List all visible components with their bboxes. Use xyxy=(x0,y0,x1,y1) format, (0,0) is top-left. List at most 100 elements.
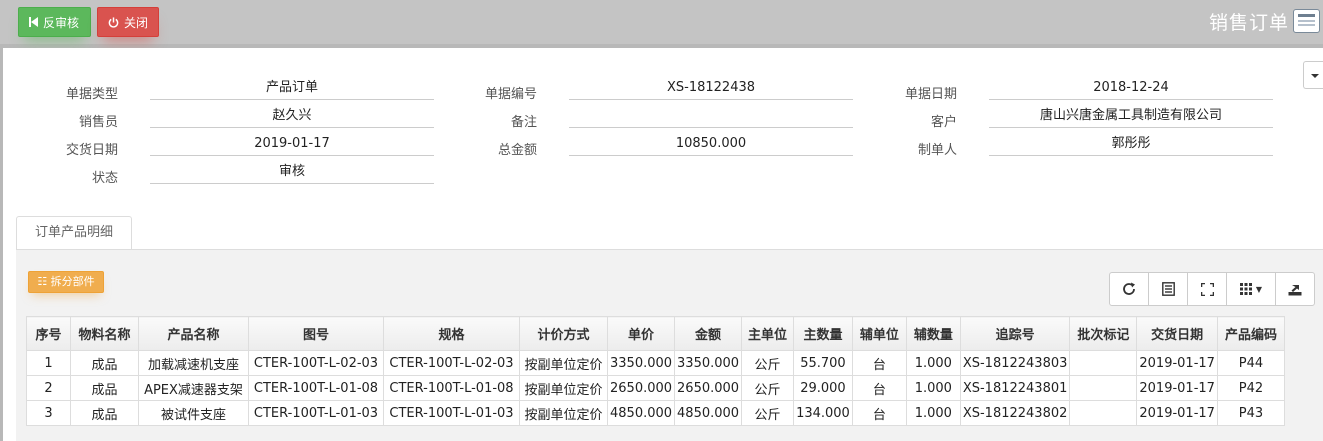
fullscreen-icon xyxy=(1200,282,1214,296)
column-header[interactable]: 产品编码 xyxy=(1216,316,1285,351)
column-header[interactable]: 产品名称 xyxy=(138,316,249,351)
table-toolbar: ▼ xyxy=(1109,272,1315,306)
column-header[interactable]: 交货日期 xyxy=(1136,316,1218,351)
field-value-customer[interactable]: 唐山兴唐金属工具制造有限公司 xyxy=(989,106,1273,128)
column-header[interactable]: 物料名称 xyxy=(70,316,139,351)
columns-button[interactable] xyxy=(1148,272,1188,306)
field-value-doc-number[interactable]: XS-18122438 xyxy=(569,78,853,100)
field-label-status: 状态 xyxy=(91,171,118,186)
column-header[interactable]: 追踪号 xyxy=(959,316,1071,351)
column-header[interactable]: 规格 xyxy=(383,316,520,351)
table-cell: 1.000 xyxy=(905,400,961,426)
column-header[interactable]: 单价 xyxy=(606,316,676,351)
field-value-status[interactable]: 审核 xyxy=(150,162,434,184)
table-cell: 3350.000 xyxy=(674,350,743,376)
column-header[interactable]: 批次标记 xyxy=(1069,316,1138,351)
table-cell: 2 xyxy=(26,375,71,401)
chevron-down-icon: ▼ xyxy=(1255,284,1263,294)
column-header[interactable]: 金额 xyxy=(674,316,743,351)
refresh-button[interactable] xyxy=(1109,272,1149,306)
table-cell: 台 xyxy=(851,400,907,426)
column-header[interactable]: 辅单位 xyxy=(851,316,907,351)
table-cell: P43 xyxy=(1216,400,1285,426)
table-cell: 4850.000 xyxy=(606,400,676,426)
table-cell: CTER-100T-L-01-03 xyxy=(383,400,520,426)
table-row[interactable]: 2 成品 APEX减速器支架 CTER-100T-L-01-08 CTER-10… xyxy=(26,375,1285,401)
field-value-doc-type[interactable]: 产品订单 xyxy=(150,78,434,100)
field-value-total-amount[interactable]: 10850.000 xyxy=(569,134,853,156)
power-icon xyxy=(108,16,119,28)
order-panel: 单据类型 产品订单 销售员 赵久兴 交货日期 2019-01-17 状态 审核 … xyxy=(3,48,1323,441)
table-cell: 1.000 xyxy=(905,350,961,376)
column-header[interactable]: 计价方式 xyxy=(519,316,608,351)
grid-view-dropdown[interactable]: ▼ xyxy=(1226,272,1276,306)
table-cell: APEX减速器支架 xyxy=(138,375,249,401)
table-cell: 公斤 xyxy=(741,350,795,376)
table-cell: 134.000 xyxy=(793,400,853,426)
table-cell: 29.000 xyxy=(793,375,853,401)
field-value-creator[interactable]: 郭彤彤 xyxy=(989,134,1273,156)
table-cell: P44 xyxy=(1216,350,1285,376)
field-value-salesperson[interactable]: 赵久兴 xyxy=(150,106,434,128)
column-header[interactable]: 主单位 xyxy=(741,316,795,351)
table-cell: XS-1812243803 xyxy=(959,350,1071,376)
column-header[interactable]: 图号 xyxy=(248,316,384,351)
page-title: 销售订单 xyxy=(1208,12,1289,34)
export-button[interactable] xyxy=(1275,272,1315,306)
field-value-doc-date[interactable]: 2018-12-24 xyxy=(989,78,1273,100)
table-cell: 2019-01-17 xyxy=(1136,375,1218,401)
table-cell: 3350.000 xyxy=(606,350,676,376)
table-cell: 1 xyxy=(26,350,71,376)
table-cell: P42 xyxy=(1216,375,1285,401)
table-cell: 成品 xyxy=(70,400,139,426)
table-cell: CTER-100T-L-02-03 xyxy=(248,350,384,376)
table-cell: 2019-01-17 xyxy=(1136,400,1218,426)
table-cell: 台 xyxy=(851,350,907,376)
form-icon xyxy=(1293,9,1320,33)
table-cell: 成品 xyxy=(70,375,139,401)
split-parts-button[interactable]: ☷ 拆分部件 xyxy=(28,271,104,293)
refresh-icon xyxy=(1123,282,1135,295)
unaudit-button[interactable]: 反审核 xyxy=(18,7,91,37)
table-row[interactable]: 1 成品 加载减速机支座 CTER-100T-L-02-03 CTER-100T… xyxy=(26,350,1285,376)
dropdown-toggle-button[interactable] xyxy=(1303,61,1323,89)
close-button[interactable]: 关闭 xyxy=(97,7,159,37)
fullscreen-button[interactable] xyxy=(1187,272,1227,306)
export-icon xyxy=(1288,285,1302,296)
field-value-delivery-date[interactable]: 2019-01-17 xyxy=(150,134,434,156)
field-label-doc-number: 单据编号 xyxy=(484,87,537,102)
column-header[interactable]: 主数量 xyxy=(793,316,853,351)
table-cell xyxy=(1069,375,1138,401)
table-cell: XS-1812243802 xyxy=(959,400,1071,426)
table-cell xyxy=(1069,400,1138,426)
table-cell: 公斤 xyxy=(741,375,795,401)
table-cell: 按副单位定价 xyxy=(519,350,608,376)
field-label-customer: 客户 xyxy=(930,115,957,130)
table-cell: 1.000 xyxy=(905,375,961,401)
table-cell: CTER-100T-L-01-03 xyxy=(248,400,384,426)
table-cell: 3 xyxy=(26,400,71,426)
field-label-remark: 备注 xyxy=(510,115,537,130)
detail-tab-content: ☷ 拆分部件 ▼ 序号 物料名称 产品名称 图号 规格 计价方式 单价 金额 主… xyxy=(16,249,1323,441)
table-cell: XS-1812243801 xyxy=(959,375,1071,401)
table-cell: 被试件支座 xyxy=(138,400,249,426)
table-row[interactable]: 3 成品 被试件支座 CTER-100T-L-01-03 CTER-100T-L… xyxy=(26,400,1285,426)
table-cell xyxy=(1069,350,1138,376)
split-parts-label: 拆分部件 xyxy=(50,275,95,288)
field-label-doc-type: 单据类型 xyxy=(65,87,118,102)
table-cell: 4850.000 xyxy=(674,400,743,426)
table-cell: 2650.000 xyxy=(674,375,743,401)
table-cell: 按副单位定价 xyxy=(519,400,608,426)
table-header-row: 序号 物料名称 产品名称 图号 规格 计价方式 单价 金额 主单位 主数量 辅单… xyxy=(26,316,1285,351)
tab-order-product-detail[interactable]: 订单产品明细 xyxy=(16,216,132,250)
product-detail-table: 序号 物料名称 产品名称 图号 规格 计价方式 单价 金额 主单位 主数量 辅单… xyxy=(26,316,1285,426)
table-cell: 台 xyxy=(851,375,907,401)
table-cell: 2019-01-17 xyxy=(1136,350,1218,376)
list-icon: ☷ xyxy=(37,275,51,288)
column-header[interactable]: 序号 xyxy=(26,316,71,351)
column-header[interactable]: 辅数量 xyxy=(905,316,961,351)
table-cell: CTER-100T-L-01-08 xyxy=(248,375,384,401)
field-value-remark[interactable] xyxy=(569,106,853,128)
table-cell: 2650.000 xyxy=(606,375,676,401)
table-cell: 加载减速机支座 xyxy=(138,350,249,376)
